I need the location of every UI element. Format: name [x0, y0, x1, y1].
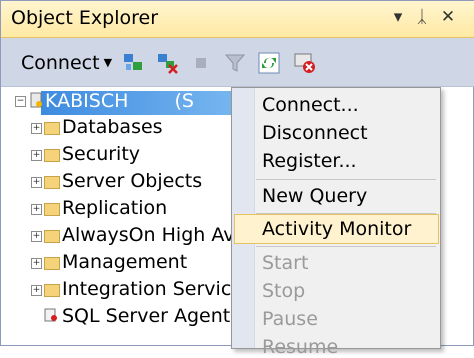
- pin-icon[interactable]: ᛣ: [411, 5, 433, 29]
- toolbar: Connect ▼: [1, 38, 474, 87]
- disconnect-icon[interactable]: [155, 51, 179, 75]
- tree-item-label: Management: [62, 251, 188, 273]
- agent-icon: [44, 308, 57, 322]
- menu-item-new-query[interactable]: New Query: [262, 185, 367, 207]
- server-icon: [30, 92, 42, 108]
- stop-icon[interactable]: [189, 51, 213, 75]
- menu-item-start[interactable]: Start: [262, 252, 308, 274]
- window-title: Object Explorer: [11, 7, 159, 29]
- folder-icon: [44, 257, 60, 270]
- menu-separator: [256, 246, 436, 247]
- server-name: KABISCH: [45, 90, 129, 112]
- folder-icon: [44, 149, 60, 162]
- menu-item-pause[interactable]: Pause: [262, 308, 318, 330]
- menu-item-resume[interactable]: Resume: [262, 336, 338, 358]
- expand-icon[interactable]: +: [31, 123, 42, 134]
- expand-icon[interactable]: +: [31, 177, 42, 188]
- menu-item-stop[interactable]: Stop: [262, 280, 305, 302]
- connect-object-icon[interactable]: [121, 51, 145, 75]
- tree-item-label: Security: [62, 143, 141, 165]
- context-menu: Connect... Disconnect Register... New Qu…: [231, 87, 441, 358]
- close-icon[interactable]: ✕: [437, 5, 459, 29]
- menu-item-connect[interactable]: Connect...: [262, 94, 359, 116]
- title-bar: Object Explorer ▾ ᛣ ✕: [1, 1, 474, 38]
- refresh-icon[interactable]: [257, 51, 281, 75]
- chevron-down-icon: ▼: [103, 56, 113, 69]
- expand-icon[interactable]: +: [31, 150, 42, 161]
- folder-icon: [44, 122, 60, 135]
- connect-button[interactable]: Connect ▼: [21, 52, 112, 74]
- menu-separator: [256, 213, 436, 214]
- menu-item-disconnect[interactable]: Disconnect: [262, 122, 368, 144]
- expand-icon[interactable]: +: [31, 231, 42, 242]
- tree-item-label: Replication: [62, 197, 168, 219]
- filter-icon[interactable]: [223, 51, 247, 75]
- folder-icon: [44, 176, 60, 189]
- folder-icon: [44, 203, 60, 216]
- menu-item-register[interactable]: Register...: [262, 150, 357, 172]
- dropdown-icon[interactable]: ▾: [387, 5, 409, 29]
- expand-icon[interactable]: +: [31, 204, 42, 215]
- folder-icon: [44, 230, 60, 243]
- server-node[interactable]: KABISCH (S: [45, 90, 194, 112]
- connect-label: Connect: [21, 52, 100, 74]
- tree-item-label: Databases: [62, 116, 163, 138]
- server-suffix: (S: [174, 90, 194, 112]
- object-explorer-window: Object Explorer ▾ ᛣ ✕ Connect ▼ − KABISC…: [0, 0, 474, 358]
- menu-separator: [256, 179, 436, 180]
- folder-icon: [44, 284, 60, 297]
- expand-icon[interactable]: +: [31, 258, 42, 269]
- menu-item-activity-monitor[interactable]: Activity Monitor: [262, 218, 411, 240]
- tree-item-label: SQL Server Agent (A: [62, 305, 257, 327]
- tree-item-label: Server Objects: [62, 170, 203, 192]
- tree-item-label: Integration Services: [62, 278, 253, 300]
- tree-item-label: AlwaysOn High Avai: [62, 224, 252, 246]
- activity-monitor-icon[interactable]: [293, 51, 317, 75]
- expand-icon[interactable]: +: [31, 285, 42, 296]
- collapse-icon[interactable]: −: [15, 96, 26, 107]
